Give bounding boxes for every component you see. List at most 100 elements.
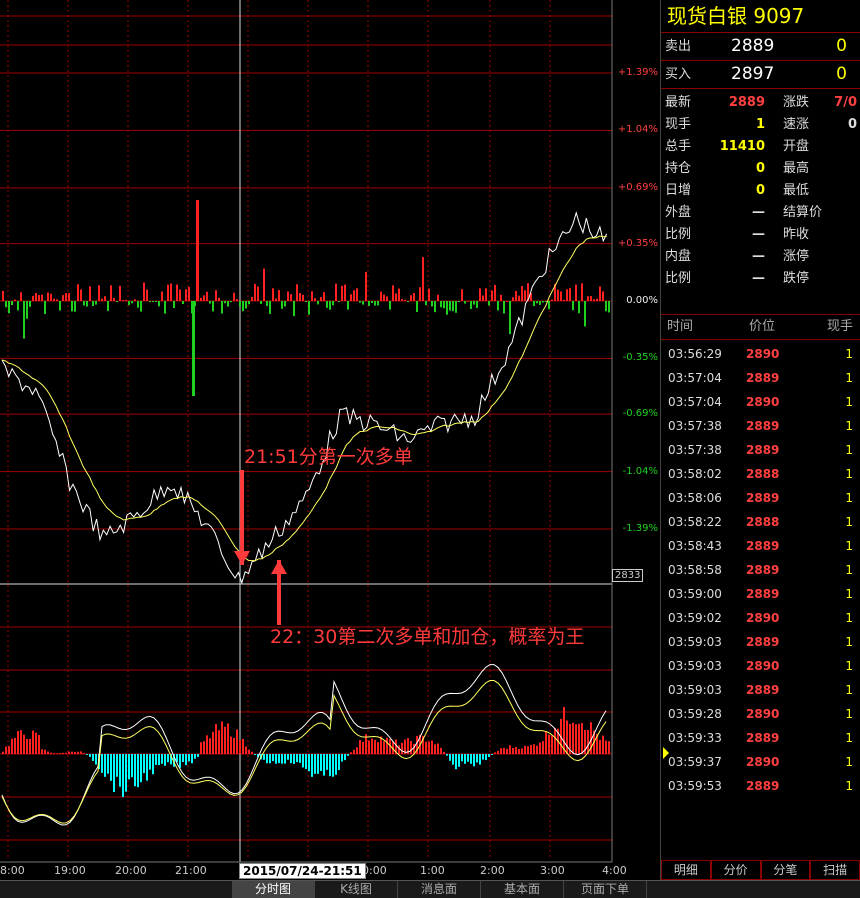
tick-time: 03:59:37 <box>668 755 722 769</box>
volume-bar <box>257 286 259 301</box>
macd-bar <box>425 741 427 754</box>
tick-row[interactable]: 03:56:29 2890 1 <box>661 342 860 366</box>
volume-bar <box>440 301 442 308</box>
tick-row[interactable]: 03:58:43 2889 1 <box>661 534 860 558</box>
volume-bar <box>71 301 73 312</box>
tick-row[interactable]: 03:59:02 2890 1 <box>661 606 860 630</box>
tick-row[interactable]: 03:58:22 2888 1 <box>661 510 860 534</box>
percent-tick: -0.35% <box>622 352 658 364</box>
volume-bar <box>281 301 283 309</box>
subtab-3[interactable]: 扫描 <box>810 860 860 880</box>
tick-price: 2889 <box>746 731 780 745</box>
volume-bar <box>278 290 280 301</box>
volume-bar <box>572 301 574 311</box>
volume-bar <box>245 301 247 309</box>
volume-bar <box>89 286 91 301</box>
tick-price: 2889 <box>746 779 780 793</box>
macd-bar <box>341 754 343 762</box>
tick-row[interactable]: 03:58:58 2889 1 <box>661 558 860 582</box>
tick-row[interactable]: 03:57:04 2890 1 <box>661 390 860 414</box>
tick-row[interactable]: 03:57:38 2889 1 <box>661 414 860 438</box>
macd-bar <box>515 746 517 754</box>
volume-bar <box>196 200 199 301</box>
volume-bar <box>452 301 454 312</box>
percent-tick: -1.04% <box>622 465 658 477</box>
volume-bar <box>455 301 457 313</box>
stat-key: 昨收 <box>783 227 810 242</box>
tick-row[interactable]: 03:57:38 2889 1 <box>661 438 860 462</box>
macd-bar <box>563 706 565 754</box>
subtab-1[interactable]: 分价 <box>710 860 761 880</box>
macd-bar <box>14 737 16 754</box>
macd-bar <box>302 754 304 768</box>
volume-bar <box>17 301 19 311</box>
chart-canvas[interactable] <box>0 0 660 880</box>
volume-bar <box>593 299 595 301</box>
volume-bar <box>467 300 469 302</box>
macd-bar <box>431 740 433 754</box>
tick-time: 03:58:22 <box>668 515 722 529</box>
macd-bar <box>86 754 88 755</box>
tick-qty: 1 <box>845 635 853 649</box>
macd-bar <box>131 754 133 778</box>
volume-bar <box>314 298 316 301</box>
macd-bar <box>332 754 334 777</box>
indicator-line <box>1 664 607 826</box>
macd-bar <box>470 754 472 764</box>
stat-key: 结算价 <box>783 205 823 220</box>
subtab-0[interactable]: 明细 <box>661 860 711 880</box>
volume-bar <box>437 294 439 301</box>
macd-bar <box>572 722 574 754</box>
macd-bar <box>308 754 310 772</box>
macd-bar <box>575 724 577 754</box>
volume-bar <box>290 294 292 301</box>
subtab-2[interactable]: 分笔 <box>760 860 811 880</box>
tick-row[interactable]: 03:59:03 2889 1 <box>661 678 860 702</box>
volume-bar <box>299 293 301 301</box>
volume-bar <box>470 301 472 309</box>
volume-bar <box>236 299 238 301</box>
tick-row[interactable]: 03:59:03 2889 1 <box>661 630 860 654</box>
volume-bar <box>482 295 484 301</box>
arrow-icon <box>234 551 250 565</box>
tick-row[interactable]: 03:59:37 2890 1 <box>661 750 860 774</box>
intraday-chart[interactable]: +1.39% +1.04% +0.69% +0.35% 0.00% -0.35% -0.69… <box>0 0 660 880</box>
stat-key: 比例 <box>665 271 692 286</box>
time-tick: 2:00 <box>480 864 505 877</box>
volume-bar <box>380 291 382 301</box>
tick-row[interactable]: 03:58:06 2889 1 <box>661 486 860 510</box>
macd-bar <box>152 754 154 775</box>
bottom-tab-2[interactable]: 消息面 <box>398 881 481 898</box>
macd-bar <box>263 754 265 760</box>
tick-row[interactable]: 03:57:04 2889 1 <box>661 366 860 390</box>
tick-row[interactable]: 03:59:28 2890 1 <box>661 702 860 726</box>
stat-key: 总手 <box>665 139 692 154</box>
macd-bar <box>539 742 541 754</box>
volume-bar <box>179 289 181 301</box>
macd-bar <box>551 735 553 754</box>
macd-bar <box>566 720 568 754</box>
macd-bar <box>113 754 115 793</box>
macd-bar <box>434 744 436 754</box>
volume-bar <box>320 297 322 301</box>
tick-row[interactable]: 03:58:02 2888 1 <box>661 462 860 486</box>
quote-price: 2897 <box>731 64 775 84</box>
macd-bar <box>149 754 151 770</box>
tick-row[interactable]: 03:59:03 2890 1 <box>661 654 860 678</box>
tick-row[interactable]: 03:59:53 2889 1 <box>661 774 860 798</box>
bottom-tab-4[interactable]: 页面下单 <box>564 881 647 898</box>
volume-bar <box>113 297 115 301</box>
tick-row[interactable]: 03:59:33 2889 1 <box>661 726 860 750</box>
volume-bar <box>35 292 37 301</box>
time-tick: 21:00 <box>175 864 207 877</box>
volume-bar <box>575 284 577 301</box>
percent-tick: -1.39% <box>622 523 658 534</box>
macd-bar <box>53 753 55 755</box>
volume-bar <box>128 301 130 306</box>
volume-bar <box>368 301 370 306</box>
tick-row[interactable]: 03:59:00 2889 1 <box>661 582 860 606</box>
volume-bar <box>284 301 286 307</box>
bottom-tab-1[interactable]: K线图 <box>315 881 398 898</box>
bottom-tab-0[interactable]: 分时图 <box>232 881 315 898</box>
bottom-tab-3[interactable]: 基本面 <box>481 881 564 898</box>
